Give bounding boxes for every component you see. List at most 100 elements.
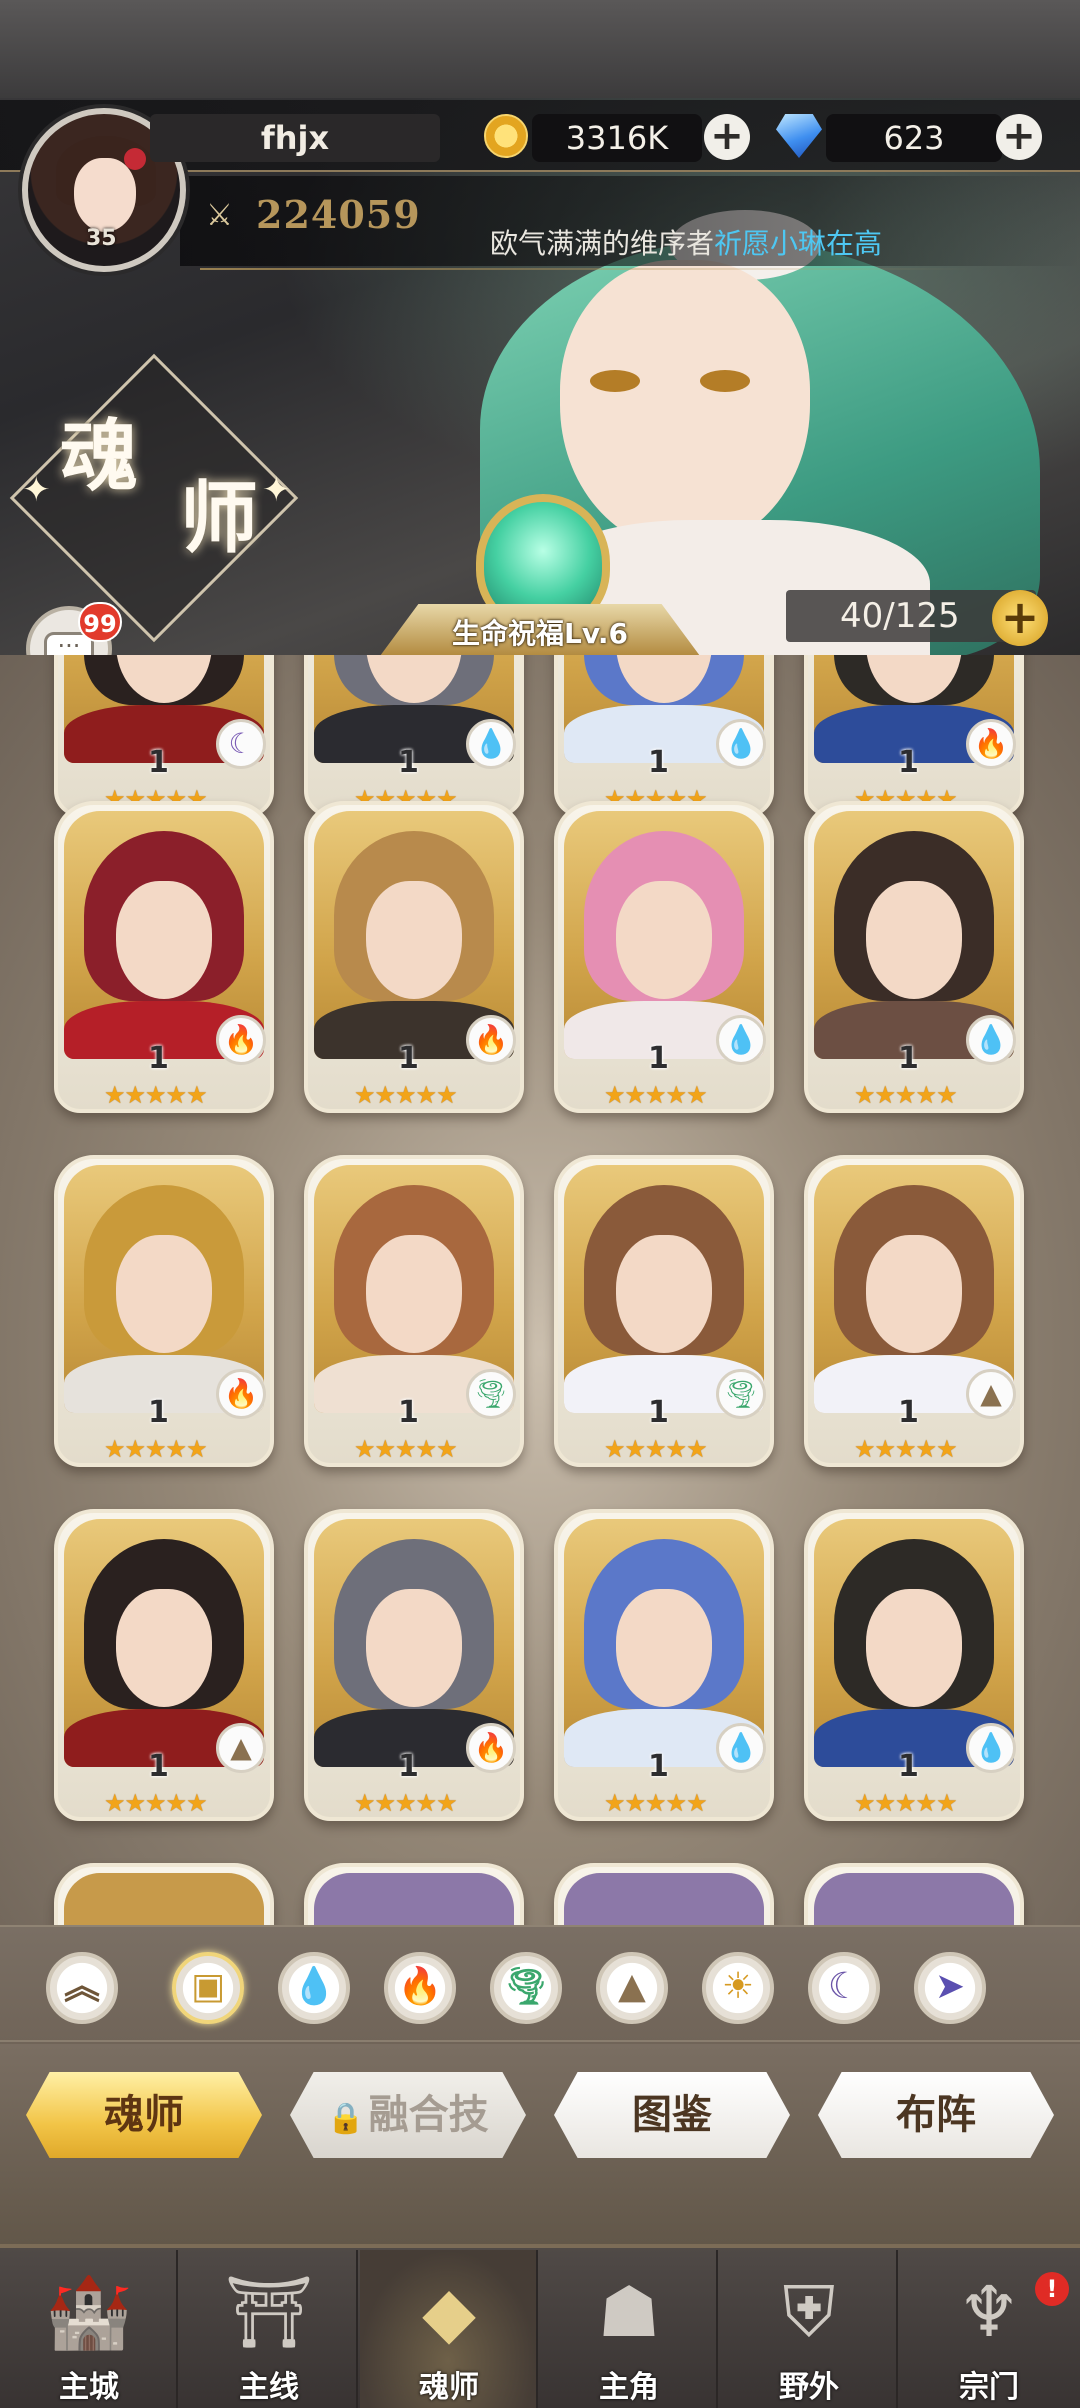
fire-element-icon: 🔥 — [466, 1723, 516, 1773]
hero-card[interactable]: 1 ☾ ★★★★★ — [54, 655, 274, 817]
add-gold-button[interactable]: + — [704, 114, 750, 160]
hero-card[interactable]: 1 🔥 ★★★★★ — [304, 1509, 524, 1821]
nav-label: 主线 — [239, 2370, 299, 2405]
hero-card[interactable]: 1 💧 ★★★★★ — [304, 655, 524, 817]
shield-sword-icon: ⛨ — [782, 2271, 836, 2353]
crossed-swords-icon: ⚔ — [206, 198, 233, 233]
water-element-icon: 💧 — [716, 1723, 766, 1773]
hero-stars: ★★★★★ — [854, 1435, 958, 1463]
nav-hero[interactable]: ☗ 主角 — [540, 2250, 718, 2408]
hero-card[interactable]: 1 💧 ★★★★★ — [554, 801, 774, 1113]
wind-icon[interactable]: 🌪 — [490, 1952, 562, 2024]
page-title: 魂 师 — [60, 418, 258, 558]
title-char-2: 师 — [180, 473, 259, 564]
fire-element-icon: 🔥 — [966, 719, 1016, 769]
hero-level: 1 — [148, 745, 169, 780]
hero-card[interactable]: 1 💧 ★★★★★ — [804, 801, 1024, 1113]
water-element-icon: 💧 — [966, 1723, 1016, 1773]
nav-label: 宗门 — [959, 2370, 1019, 2405]
marquee-player: 祈愿小琳 — [714, 227, 827, 260]
hero-stars: ★★★★★ — [854, 1081, 958, 1109]
tab-fusion-label: 融合技 — [368, 2091, 489, 2138]
hero-card[interactable]: 1 🔥 ★★★★★ — [54, 1155, 274, 1467]
hero-stars: ★★★★★ — [854, 1789, 958, 1817]
hero-card-partial[interactable] — [54, 1863, 274, 1925]
wind-element-icon: 🌪 — [716, 1369, 766, 1419]
hero-card[interactable]: 1 ▲ ★★★★★ — [54, 1509, 274, 1821]
nav-hunshi[interactable]: ◆ 魂师 — [360, 2250, 538, 2408]
gate-icon: ⛩ — [224, 2271, 314, 2353]
hero-stars: ★★★★★ — [354, 1789, 458, 1817]
hero-card[interactable]: 1 🔥 ★★★★★ — [304, 801, 524, 1113]
hero-level: 1 — [648, 1041, 669, 1076]
hero-level: 1 — [648, 1749, 669, 1784]
hero-level: 1 — [398, 1041, 419, 1076]
tab-fusion-skill[interactable]: 🔒 融合技 — [290, 2072, 526, 2158]
nav-wild[interactable]: ⛨ 野外 — [720, 2250, 898, 2408]
hero-card-partial[interactable] — [304, 1863, 524, 1925]
hero-card[interactable]: 1 ▲ ★★★★★ — [804, 1155, 1024, 1467]
dark-element-icon: ☾ — [216, 719, 266, 769]
hero-level: 1 — [398, 745, 419, 780]
nav-label: 野外 — [779, 2370, 839, 2405]
gold-amount: 3316K — [532, 114, 702, 162]
hero-card[interactable]: 1 🌪 ★★★★★ — [304, 1155, 524, 1467]
earth-element-icon: ▲ — [216, 1723, 266, 1773]
hero-stars: ★★★★★ — [604, 1081, 708, 1109]
dark-icon[interactable]: ☾ — [808, 1952, 880, 2024]
tab-formation[interactable]: 布阵 — [818, 2072, 1054, 2158]
hero-card[interactable]: 1 💧 ★★★★★ — [554, 655, 774, 817]
castle-icon: 🏰 — [45, 2271, 133, 2353]
add-capacity-button[interactable]: + — [992, 590, 1048, 646]
add-gems-button[interactable]: + — [996, 114, 1042, 160]
blessing-label[interactable]: 生命祝福Lv.6 — [390, 612, 690, 652]
hero-level: 1 — [898, 1395, 919, 1430]
hero-level: 1 — [148, 1041, 169, 1076]
nav-label: 魂师 — [419, 2370, 479, 2405]
hero-card[interactable]: 1 🌪 ★★★★★ — [554, 1155, 774, 1467]
hero-portrait — [814, 1873, 1014, 1925]
water-icon[interactable]: 💧 — [278, 1952, 350, 2024]
water-element-icon: 💧 — [466, 719, 516, 769]
lock-icon: 🔒 — [327, 2101, 365, 2136]
sect-alert-badge: ! — [1035, 2272, 1069, 2306]
gem-amount: 623 — [826, 114, 1002, 162]
water-element-icon: 💧 — [966, 1015, 1016, 1065]
water-element-icon: 💧 — [716, 719, 766, 769]
nav-main-city[interactable]: 🏰 主城 — [0, 2250, 178, 2408]
hero-card[interactable]: 1 🔥 ★★★★★ — [804, 655, 1024, 817]
hero-card-partial[interactable] — [554, 1863, 774, 1925]
tab-hunshi[interactable]: 魂师 — [26, 2072, 262, 2158]
hero-portrait — [64, 1873, 264, 1925]
hero-grid[interactable]: 1 ☾ ★★★★★ 1 💧 ★★★★★ 1 💧 ★★★★★ 1 🔥 ★★★★★ 1 🔥 ★★★★★ 1 🔥 ★★★… — [0, 655, 1080, 1925]
marquee-prefix: 欧气满满的维序者 — [490, 227, 715, 260]
fire-icon[interactable]: 🔥 — [384, 1952, 456, 2024]
all-box-icon[interactable]: ▣ — [172, 1952, 244, 2024]
fire-element-icon: 🔥 — [216, 1015, 266, 1065]
earth-element-icon: ▲ — [966, 1369, 1016, 1419]
hero-stars: ★★★★★ — [104, 1081, 208, 1109]
hero-card[interactable]: 1 💧 ★★★★★ — [804, 1509, 1024, 1821]
diamond-crest-icon: ◆ — [422, 2271, 476, 2353]
hero-portrait — [314, 1873, 514, 1925]
tab-atlas[interactable]: 图鉴 — [554, 2072, 790, 2158]
hero-level: 1 — [398, 1395, 419, 1430]
hero-level: 1 — [148, 1749, 169, 1784]
nav-main-line[interactable]: ⛩ 主线 — [180, 2250, 358, 2408]
sect-crest-icon: ♆ — [957, 2271, 1021, 2353]
hero-portrait — [564, 1873, 764, 1925]
hero-card[interactable]: 1 💧 ★★★★★ — [554, 1509, 774, 1821]
title-char-1: 魂 — [60, 411, 139, 502]
status-strip — [0, 0, 1080, 98]
hero-stars: ★★★★★ — [604, 1435, 708, 1463]
hero-card[interactable]: 1 🔥 ★★★★★ — [54, 801, 274, 1113]
earth-icon[interactable]: ▲ — [596, 1952, 668, 2024]
hero-level: 1 — [398, 1749, 419, 1784]
hero-card-partial[interactable] — [804, 1863, 1024, 1925]
void-icon[interactable]: ➤ — [914, 1952, 986, 2024]
light-icon[interactable]: ☀ — [702, 1952, 774, 2024]
fire-element-icon: 🔥 — [216, 1369, 266, 1419]
hero-level: 1 — [148, 1395, 169, 1430]
marquee-suffix: 在高 — [826, 227, 883, 260]
rank-chevron-icon[interactable]: ︽ — [46, 1952, 118, 2024]
